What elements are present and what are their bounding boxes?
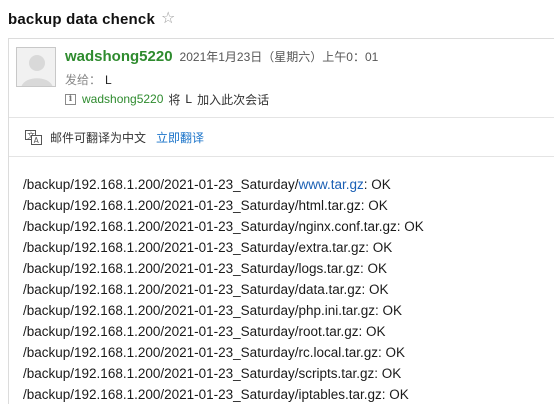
body-line-file-link[interactable]: www.tar.gz (298, 177, 363, 192)
body-line-path: /backup/192.168.1.200/2021-01-23_Saturda… (23, 345, 299, 360)
body-line-file: extra.tar.gz (298, 240, 366, 255)
body-line-path: /backup/192.168.1.200/2021-01-23_Saturda… (23, 198, 299, 213)
translate-now-link[interactable]: 立即翻译 (156, 129, 204, 146)
send-time: 2021年1月23日（星期六）上午0：01 (179, 50, 379, 64)
body-line-path: /backup/192.168.1.200/2021-01-23_Saturda… (23, 366, 299, 381)
svg-text:A: A (34, 136, 40, 145)
body-divider (9, 156, 554, 157)
body-line-status: : OK (358, 324, 386, 339)
body-line: /backup/192.168.1.200/2021-01-23_Saturda… (23, 300, 553, 321)
body-line-path: /backup/192.168.1.200/2021-01-23_Saturda… (23, 261, 299, 276)
info-user[interactable]: wadshong5220 (82, 92, 163, 106)
body-line: /backup/192.168.1.200/2021-01-23_Saturda… (23, 342, 553, 363)
body-line: /backup/192.168.1.200/2021-01-23_Saturda… (23, 174, 553, 195)
body-line-status: : OK (378, 345, 406, 360)
body-line-file: rc.local.tar.gz (298, 345, 378, 360)
body-line-path: /backup/192.168.1.200/2021-01-23_Saturda… (23, 177, 299, 192)
info-icon: i (65, 93, 76, 105)
body-line: /backup/192.168.1.200/2021-01-23_Saturda… (23, 216, 553, 237)
header-divider (9, 117, 554, 118)
info-verb: 将 (168, 92, 181, 107)
recipient-label: 发给： (65, 73, 102, 87)
body-line-file: data.tar.gz (298, 282, 362, 297)
body-line-status: : OK (381, 387, 409, 402)
translate-icon: 文 A (25, 129, 42, 145)
body-line-path: /backup/192.168.1.200/2021-01-23_Saturda… (23, 303, 299, 318)
mail-header: wadshong5220 2021年1月23日（星期六）上午0：01 发给： L … (9, 39, 554, 113)
body-line-path: /backup/192.168.1.200/2021-01-23_Saturda… (23, 219, 299, 234)
body-line-file: nginx.conf.tar.gz (298, 219, 397, 234)
body-line-path: /backup/192.168.1.200/2021-01-23_Saturda… (23, 282, 299, 297)
recipient-value[interactable]: L (105, 73, 112, 87)
body-line-file: scripts.tar.gz (298, 366, 375, 381)
body-line-file: iptables.tar.gz (298, 387, 382, 402)
body-line-status: : OK (374, 366, 402, 381)
body-line-status: : OK (375, 303, 403, 318)
body-line-file: php.ini.tar.gz (298, 303, 376, 318)
info-tail: 加入此次会话 (197, 92, 270, 107)
mail-body: /backup/192.168.1.200/2021-01-23_Saturda… (23, 174, 553, 404)
body-line: /backup/192.168.1.200/2021-01-23_Saturda… (23, 258, 553, 279)
body-line-path: /backup/192.168.1.200/2021-01-23_Saturda… (23, 324, 299, 339)
body-line-path: /backup/192.168.1.200/2021-01-23_Saturda… (23, 387, 299, 402)
body-line-status: : OK (365, 240, 393, 255)
default-avatar-icon (17, 48, 55, 86)
conversation-info: i wadshong5220 将 L 加入此次会话 (65, 91, 269, 107)
body-line: /backup/192.168.1.200/2021-01-23_Saturda… (23, 384, 553, 404)
sender-name[interactable]: wadshong5220 (65, 48, 173, 65)
body-line: /backup/192.168.1.200/2021-01-23_Saturda… (23, 279, 553, 300)
body-line-path: /backup/192.168.1.200/2021-01-23_Saturda… (23, 240, 299, 255)
mail-subject: backup data chenck (8, 10, 155, 28)
body-line: /backup/192.168.1.200/2021-01-23_Saturda… (23, 237, 553, 258)
body-line-status: : OK (360, 261, 388, 276)
body-line-status: : OK (360, 198, 388, 213)
translate-bar: 文 A 邮件可翻译为中文 立即翻译 (25, 128, 204, 146)
body-line-file: html.tar.gz (298, 198, 361, 213)
body-line: /backup/192.168.1.200/2021-01-23_Saturda… (23, 321, 553, 342)
body-line-file: logs.tar.gz (298, 261, 361, 276)
body-line: /backup/192.168.1.200/2021-01-23_Saturda… (23, 363, 553, 384)
avatar[interactable] (16, 47, 56, 87)
mail-card: wadshong5220 2021年1月23日（星期六）上午0：01 发给： L … (8, 38, 554, 404)
body-line-status: : OK (363, 177, 391, 192)
subject-bar: backup data chenck ☆ (8, 8, 175, 30)
star-outline-icon[interactable]: ☆ (161, 11, 175, 27)
recipient-line: 发给： L (65, 71, 112, 87)
sender-line: wadshong5220 2021年1月23日（星期六）上午0：01 (65, 48, 378, 68)
info-added-user: L (185, 92, 193, 106)
body-line-status: : OK (361, 282, 389, 297)
body-line-file: root.tar.gz (298, 324, 359, 339)
body-line: /backup/192.168.1.200/2021-01-23_Saturda… (23, 195, 553, 216)
translate-text: 邮件可翻译为中文 (50, 130, 147, 145)
body-line-status: : OK (396, 219, 424, 234)
